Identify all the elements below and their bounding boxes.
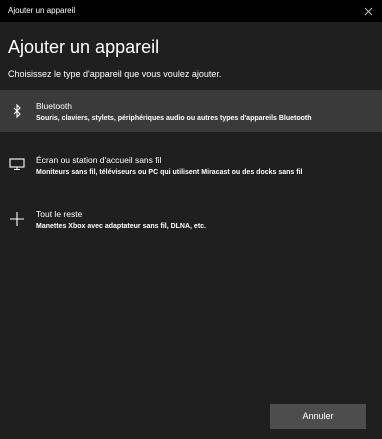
- option-everything-else-description: Manettes Xbox avec adaptateur sans fil, …: [36, 223, 206, 230]
- monitor-icon: [8, 155, 26, 173]
- option-wireless-display-description: Moniteurs sans fil, téléviseurs ou PC qu…: [36, 169, 303, 176]
- add-device-dialog: Ajouter un appareil Ajouter un appareil …: [0, 0, 382, 439]
- dialog-heading: Ajouter un appareil: [8, 37, 160, 57]
- plus-icon: [8, 210, 26, 228]
- close-icon: [364, 7, 372, 15]
- option-everything-else[interactable]: Tout le reste Manettes Xbox avec adaptat…: [0, 198, 382, 240]
- cancel-button[interactable]: Annuler: [270, 404, 366, 429]
- option-bluetooth-name: Bluetooth: [36, 101, 72, 111]
- option-bluetooth[interactable]: Bluetooth Souris, claviers, stylets, pér…: [0, 90, 382, 132]
- option-wireless-display-name: Écran ou station d'accueil sans fil: [36, 155, 162, 165]
- option-everything-else-name: Tout le reste: [36, 209, 83, 219]
- title-bar[interactable]: Ajouter un appareil: [0, 0, 382, 22]
- option-wireless-display[interactable]: Écran ou station d'accueil sans fil Moni…: [0, 145, 382, 187]
- dialog-subtitle: Choisissez le type d'appareil que vous v…: [8, 69, 222, 79]
- close-button[interactable]: [360, 3, 376, 19]
- option-bluetooth-description: Souris, claviers, stylets, périphériques…: [36, 115, 312, 122]
- window-title: Ajouter un appareil: [8, 6, 76, 15]
- bluetooth-icon: [8, 102, 26, 120]
